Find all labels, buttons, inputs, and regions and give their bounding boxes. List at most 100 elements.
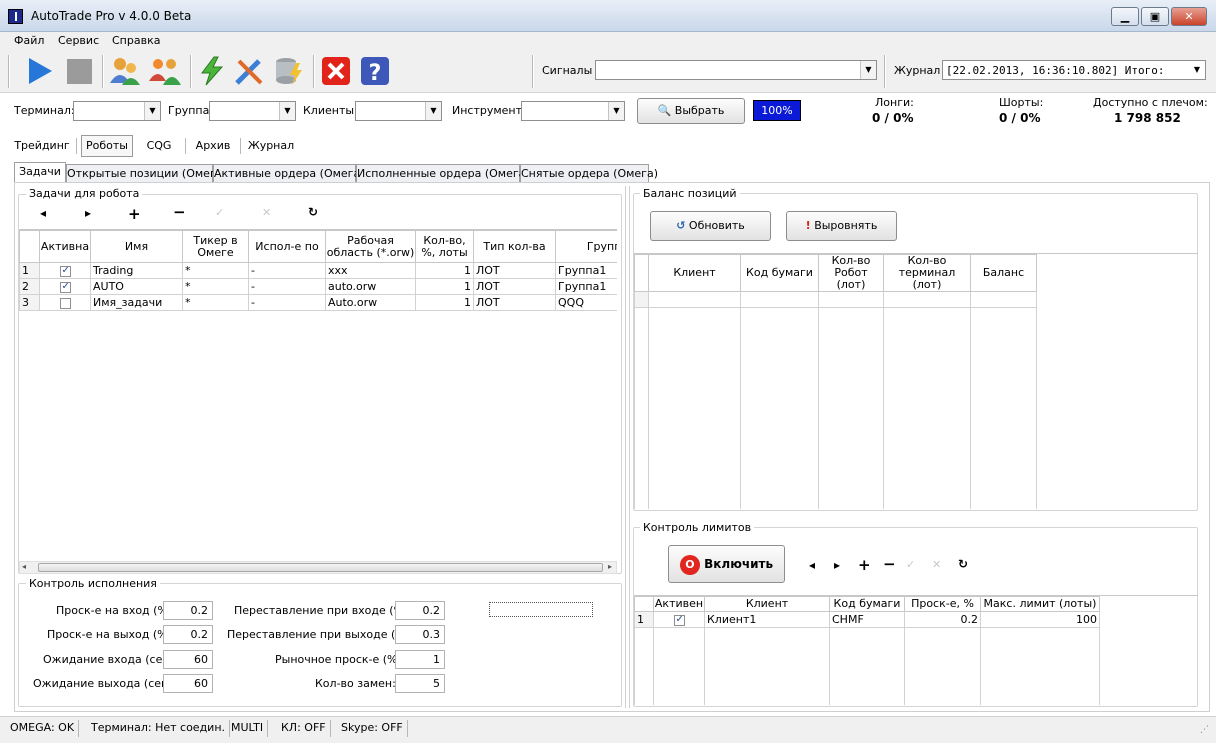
play-icon[interactable]	[24, 55, 56, 87]
scroll-thumb[interactable]	[38, 563, 603, 572]
task-group[interactable]: QQQ	[555, 294, 617, 311]
menu-file[interactable]: Файл	[14, 34, 44, 47]
col-balance[interactable]: Баланс	[970, 254, 1037, 292]
col-client[interactable]: Клиент	[648, 254, 741, 292]
table-row[interactable]	[634, 291, 1037, 308]
exit-icon[interactable]	[320, 55, 352, 87]
task-qty[interactable]: 1	[415, 262, 474, 279]
table-row[interactable]: 3 Имя_задачи * - Auto.orw 1 ЛОТ QQQ	[19, 294, 617, 311]
next-icon[interactable]: ▸	[85, 206, 91, 220]
group-dropdown[interactable]: ▼	[209, 101, 296, 121]
col-exec[interactable]: Испол-е по	[248, 230, 326, 263]
col-code[interactable]: Код бумаги	[740, 254, 819, 292]
task-name[interactable]: Имя_задачи	[90, 294, 183, 311]
table-row[interactable]: 1Trading*-xxx1ЛОТГруппа1	[19, 262, 617, 279]
task-qty[interactable]: 1	[415, 294, 474, 311]
clients-dropdown[interactable]: ▼	[355, 101, 442, 121]
tab-cqg[interactable]: CQG	[138, 135, 180, 157]
col-qty[interactable]: Кол-во, %, лоты	[415, 230, 474, 263]
table-row[interactable]: 2 AUTO*-auto.orw1ЛОТГруппа1	[19, 278, 617, 295]
task-area[interactable]: xxx	[325, 262, 416, 279]
col-area[interactable]: Рабочая область (*.orw)	[325, 230, 416, 263]
limit-max[interactable]: 100	[980, 611, 1100, 628]
add-icon[interactable]: +	[128, 205, 141, 223]
menu-service[interactable]: Сервис	[58, 34, 99, 47]
replacements-field[interactable]: 5	[395, 674, 445, 693]
active-checkbox[interactable]	[39, 294, 91, 311]
close-button[interactable]: ✕	[1171, 7, 1207, 26]
task-group[interactable]: Группа1	[555, 262, 617, 279]
checkbox[interactable]	[673, 614, 685, 626]
remove-icon[interactable]: −	[883, 555, 896, 573]
col-qtype[interactable]: Тип кол-ва	[473, 230, 556, 263]
task-name[interactable]: AUTO	[90, 278, 183, 295]
subtab-tasks[interactable]: Задачи	[14, 162, 66, 183]
journal-dropdown[interactable]: [22.02.2013, 16:36:10.802] Итого: ▼	[942, 60, 1206, 80]
col-client[interactable]: Клиент	[704, 596, 830, 612]
add-icon[interactable]: +	[858, 556, 871, 574]
database-lightning-icon[interactable]	[272, 55, 304, 87]
col-group[interactable]: Группа	[555, 230, 617, 263]
task-exec[interactable]: -	[248, 262, 326, 279]
exit-slip-field[interactable]: 0.2	[163, 625, 213, 644]
task-name[interactable]: Trading	[90, 262, 183, 279]
subtab-cancelled-orders[interactable]: Снятые ордера (Омега)	[520, 164, 658, 183]
maximize-button[interactable]: ▣	[1141, 7, 1169, 26]
tab-archive[interactable]: Архив	[190, 135, 236, 157]
col-ticker[interactable]: Тикер в Омеге	[182, 230, 249, 263]
table-row[interactable]: 1 Клиент1CHMF0.2100	[634, 611, 1100, 628]
task-ticker[interactable]: *	[182, 294, 249, 311]
col-code[interactable]: Код бумаги	[829, 596, 905, 612]
limit-client[interactable]: Клиент1	[704, 611, 830, 628]
users-icon[interactable]	[109, 55, 141, 87]
task-qtype[interactable]: ЛОТ	[473, 294, 556, 311]
refresh-button[interactable]: ↺ Обновить	[650, 211, 771, 241]
signals-dropdown[interactable]: ▼	[595, 60, 877, 80]
checkbox[interactable]	[59, 265, 71, 277]
task-area[interactable]: auto.orw	[325, 278, 416, 295]
task-exec[interactable]: -	[248, 294, 326, 311]
entry-replace-field[interactable]: 0.2	[395, 601, 445, 620]
entry-slip-field[interactable]: 0.2	[163, 601, 213, 620]
help-icon[interactable]: ?	[359, 55, 391, 87]
prev-icon[interactable]: ◂	[40, 206, 46, 220]
market-slip-field[interactable]: 1	[395, 650, 445, 669]
tab-trading[interactable]: Трейдинг	[12, 135, 72, 157]
active-checkbox[interactable]	[39, 262, 91, 279]
task-ticker[interactable]: *	[182, 278, 249, 295]
resize-grip-icon[interactable]: ⋰	[1200, 725, 1209, 735]
scroll-right-icon[interactable]: ▸	[608, 562, 612, 571]
lightning-icon[interactable]	[196, 55, 228, 87]
tab-robots[interactable]: Роботы	[81, 135, 133, 157]
col-name[interactable]: Имя	[90, 230, 183, 263]
subtab-active-orders[interactable]: Активные ордера (Омега)	[213, 164, 364, 183]
task-group[interactable]: Группа1	[555, 278, 617, 295]
tab-journal[interactable]: Журнал	[244, 135, 298, 157]
subtab-executed-orders[interactable]: Исполненные ордера (Омега)	[356, 164, 530, 183]
col-active[interactable]: Активна	[39, 230, 91, 263]
entry-wait-field[interactable]: 60	[163, 650, 213, 669]
enable-button[interactable]: O Включить	[668, 545, 785, 583]
refresh-icon[interactable]: ↻	[308, 205, 318, 219]
col-robot-qty[interactable]: Кол-во Робот (лот)	[818, 254, 884, 292]
task-qtype[interactable]: ЛОТ	[473, 278, 556, 295]
task-ticker[interactable]: *	[182, 262, 249, 279]
limit-slip[interactable]: 0.2	[904, 611, 981, 628]
task-qty[interactable]: 1	[415, 278, 474, 295]
tasks-horizontal-scrollbar[interactable]: ◂ ▸	[19, 561, 617, 574]
align-button[interactable]: ! Выровнять	[786, 211, 897, 241]
exit-replace-field[interactable]: 0.3	[395, 625, 445, 644]
checkbox[interactable]	[59, 297, 71, 309]
groups-icon[interactable]	[149, 55, 181, 87]
limit-code[interactable]: CHMF	[829, 611, 905, 628]
tools-icon[interactable]	[233, 55, 265, 87]
active-checkbox[interactable]	[653, 611, 705, 628]
task-qtype[interactable]: ЛОТ	[473, 262, 556, 279]
task-area[interactable]: Auto.orw	[325, 294, 416, 311]
stop-icon[interactable]	[64, 55, 96, 87]
active-checkbox[interactable]	[39, 278, 91, 295]
subtab-open-positions[interactable]: Открытые позиции (Омега)	[66, 164, 227, 183]
task-exec[interactable]: -	[248, 278, 326, 295]
refresh-icon[interactable]: ↻	[958, 557, 968, 571]
instrument-dropdown[interactable]: ▼	[521, 101, 625, 121]
